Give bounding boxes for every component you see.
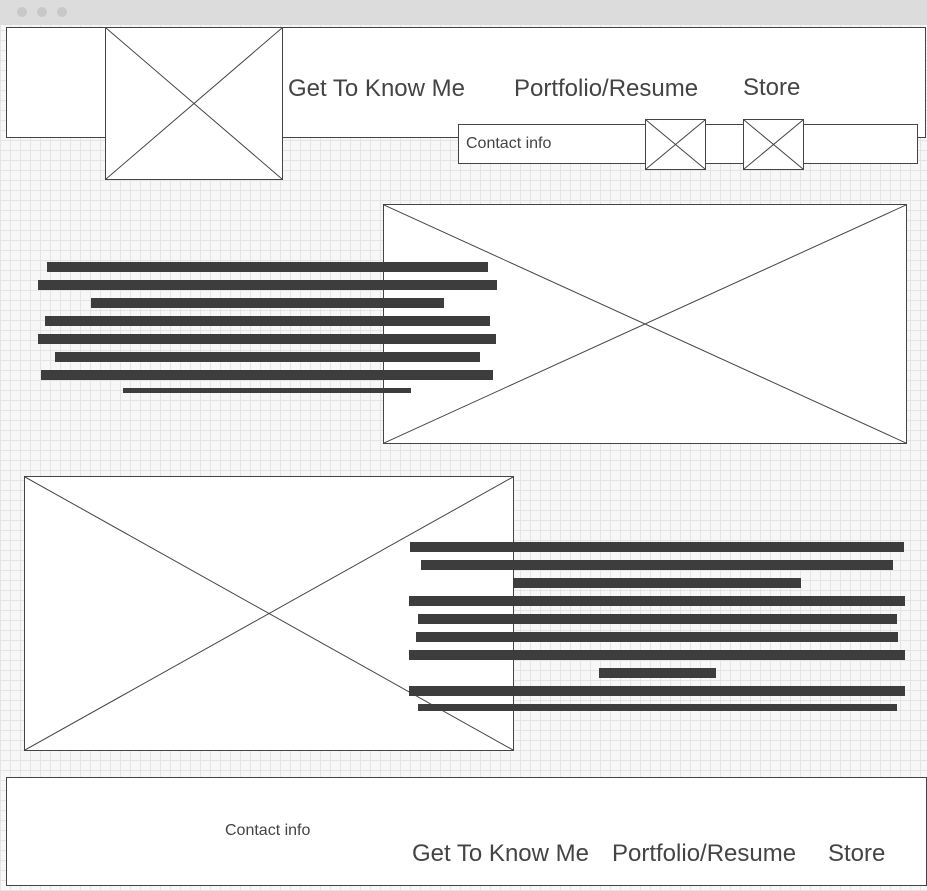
footer-nav-portfolio-resume[interactable]: Portfolio/Resume: [612, 840, 796, 868]
footer-contact-info-label: Contact info: [225, 822, 311, 839]
text-line: [418, 704, 897, 711]
text-line: [91, 298, 444, 308]
text-line: [409, 596, 905, 606]
text-line: [47, 262, 488, 272]
logo-image-placeholder: [105, 27, 283, 180]
text-line: [513, 578, 801, 588]
window-minimize-dot[interactable]: [37, 7, 47, 17]
header-contact-info-label: Contact info: [466, 135, 552, 152]
nav-get-to-know-me[interactable]: Get To Know Me: [288, 75, 465, 103]
text-line: [410, 542, 904, 552]
social-icon-placeholder-2[interactable]: [743, 119, 804, 170]
text-line: [38, 280, 497, 290]
footer-nav-get-to-know-me[interactable]: Get To Know Me: [412, 840, 589, 868]
social-icon-placeholder-1[interactable]: [645, 119, 706, 170]
text-line: [421, 560, 893, 570]
text-line: [418, 614, 897, 624]
nav-portfolio-resume[interactable]: Portfolio/Resume: [514, 75, 698, 103]
text-line: [38, 334, 496, 344]
window-titlebar: [0, 0, 927, 25]
footer-nav-store[interactable]: Store: [828, 840, 885, 868]
text-line: [409, 686, 905, 696]
window-maximize-dot[interactable]: [57, 7, 67, 17]
footer-bar: [6, 777, 927, 886]
text-line: [416, 632, 898, 642]
text-line: [41, 370, 493, 380]
nav-store[interactable]: Store: [743, 74, 800, 102]
text-line: [123, 388, 411, 393]
window-close-dot[interactable]: [17, 7, 27, 17]
text-line: [45, 316, 490, 326]
text-line: [55, 352, 480, 362]
text-line: [409, 650, 905, 660]
text-line: [599, 668, 716, 678]
